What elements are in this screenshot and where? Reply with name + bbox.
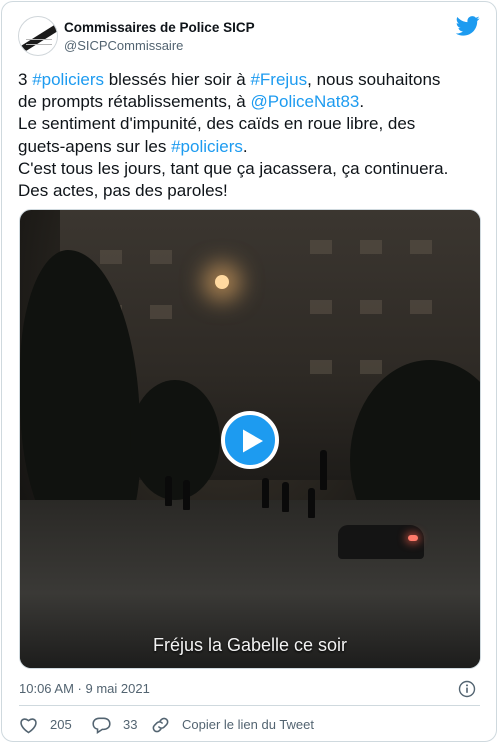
like-button[interactable]: 205 [19, 714, 72, 736]
tweet-text-line: 3 #policiers blessés hier soir à #Frejus… [18, 69, 484, 91]
tweet-text-line: Le sentiment d'impunité, des caïds en ro… [18, 113, 484, 135]
play-button[interactable] [221, 411, 279, 469]
twitter-bird-icon[interactable] [456, 16, 480, 36]
author-display-name[interactable]: Commissaires de Police SICP [64, 19, 255, 36]
mention-link[interactable]: @PoliceNat83 [250, 92, 359, 111]
tweet-text-segment: . [359, 92, 365, 112]
like-count: 205 [50, 717, 72, 732]
hashtag-link[interactable]: #policiers [171, 137, 243, 156]
tweet-text-segment: 3 [18, 70, 33, 89]
play-icon [243, 429, 263, 453]
divider [19, 705, 480, 706]
tweet-text-segment: , nous souhaitons [307, 70, 441, 89]
avatar[interactable] [18, 16, 58, 56]
reply-count: 33 [123, 717, 138, 732]
tweet-text-segment: guets-apens sur les [18, 136, 172, 156]
tweet-text-line: guets-apens sur les #policiers. [18, 136, 484, 158]
tweet-text-segment: Des actes, pas des paroles! [18, 181, 228, 201]
logo-seal [26, 39, 52, 45]
tweet-actions: 205 33 Copier le lien du Tweet [19, 714, 480, 736]
video-player[interactable]: Fréjus la Gabelle ce soir [19, 209, 481, 669]
heart-icon [20, 718, 37, 734]
reply-button[interactable]: 33 [92, 714, 137, 736]
tweet-text-line: C'est tous les jours, tant que ça jacass… [18, 158, 484, 180]
tweet-text-segment: Le sentiment d'impunité, des caïds en ro… [18, 114, 416, 134]
tweet-meta: 10:06 AM · 9 mai 2021 [19, 680, 480, 698]
video-caption: Fréjus la Gabelle ce soir [152, 635, 348, 655]
link-icon [152, 717, 169, 733]
tweet-text-segment: de prompts rétablissements, à [18, 92, 251, 112]
mourning-band [19, 19, 57, 55]
copy-link-button[interactable]: Copier le lien du Tweet [151, 714, 314, 736]
tweet-text-line: de prompts rétablissements, à @PoliceNat… [18, 91, 484, 113]
info-icon[interactable] [458, 680, 476, 698]
hashtag-link[interactable]: #policiers [32, 70, 104, 89]
timestamp[interactable]: 10:06 AM · 9 mai 2021 [19, 681, 150, 696]
reply-icon [92, 717, 111, 734]
author-handle[interactable]: @SICPCommissaire [64, 37, 255, 54]
tweet-text-segment: . [242, 136, 248, 156]
copy-link-label: Copier le lien du Tweet [182, 717, 315, 732]
tweet-header: Commissaires de Police SICP @SICPCommiss… [18, 16, 480, 60]
tweet-text-segment: blessés hier soir à [104, 70, 251, 89]
tweet-text-segment: C'est tous les jours, tant que ça jacass… [18, 158, 449, 178]
hashtag-link[interactable]: #Frejus [250, 70, 307, 89]
tweet-text-line: Des actes, pas des paroles! [18, 180, 484, 202]
author-block[interactable]: Commissaires de Police SICP @SICPCommiss… [64, 19, 255, 54]
tweet-card: Commissaires de Police SICP @SICPCommiss… [1, 1, 497, 742]
tweet-text: 3 #policiers blessés hier soir à #Frejus… [18, 69, 484, 202]
